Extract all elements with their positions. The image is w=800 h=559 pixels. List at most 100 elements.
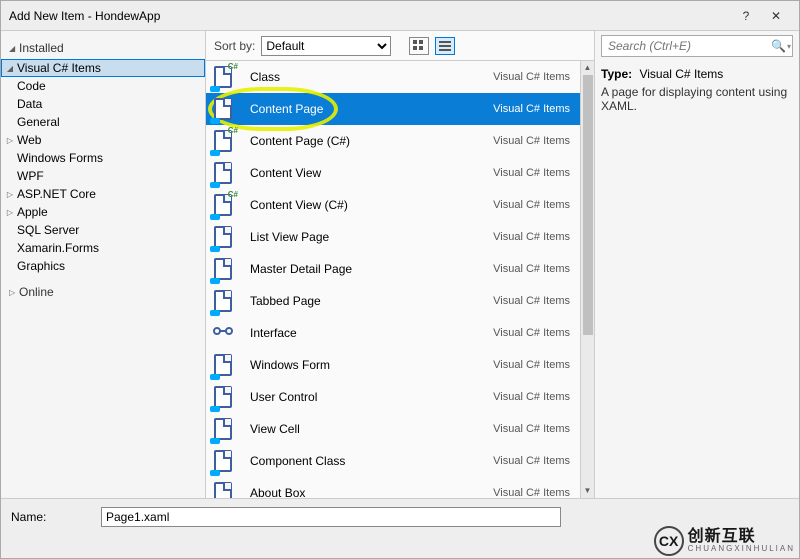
template-item[interactable]: Tabbed PageVisual C# Items (206, 285, 580, 317)
template-name: Content View (250, 166, 484, 180)
tree-item-xamarin-forms[interactable]: Xamarin.Forms (1, 239, 205, 257)
tree-label: Installed (19, 41, 64, 55)
template-category: Visual C# Items (484, 231, 574, 243)
template-name: About Box (250, 486, 484, 498)
chevron-right-icon: ▷ (5, 136, 15, 145)
template-category: Visual C# Items (484, 135, 574, 147)
tree-item-data[interactable]: Data (1, 95, 205, 113)
chevron-right-icon: ▷ (9, 288, 19, 297)
template-item[interactable]: Content ViewVisual C# Items (206, 157, 580, 189)
scroll-down-icon[interactable]: ▼ (581, 484, 594, 498)
toolbar: Sort by: Default (206, 31, 594, 61)
list-icon (439, 40, 451, 52)
tree-online[interactable]: ▷ Online (1, 283, 205, 303)
template-category: Visual C# Items (484, 295, 574, 307)
template-item[interactable]: Windows FormVisual C# Items (206, 349, 580, 381)
tree-graphics[interactable]: Graphics (1, 257, 205, 275)
template-item[interactable]: Component ClassVisual C# Items (206, 445, 580, 477)
template-name: Content View (C#) (250, 198, 484, 212)
template-item[interactable]: Content PageVisual C# Items (206, 93, 580, 125)
chevron-down-icon: ◢ (5, 64, 15, 73)
help-button[interactable]: ? (731, 9, 761, 23)
tree-item-sql-server[interactable]: SQL Server (1, 221, 205, 239)
template-item[interactable]: Master Detail PageVisual C# Items (206, 253, 580, 285)
template-name: Windows Form (250, 358, 484, 372)
close-button[interactable]: ✕ (761, 9, 791, 23)
file-icon (212, 160, 238, 186)
template-item[interactable]: C#Content Page (C#)Visual C# Items (206, 125, 580, 157)
template-item[interactable]: User ControlVisual C# Items (206, 381, 580, 413)
tree-csharp-items[interactable]: ◢ Visual C# Items (1, 59, 205, 77)
tree-label: Graphics (17, 259, 65, 273)
template-category: Visual C# Items (484, 487, 574, 498)
file-icon (212, 384, 238, 410)
type-description: A page for displaying content using XAML… (601, 85, 793, 113)
template-item[interactable]: InterfaceVisual C# Items (206, 317, 580, 349)
tree-item-apple[interactable]: ▷Apple (1, 203, 205, 221)
tree-installed[interactable]: ◢ Installed (1, 39, 205, 59)
file-icon: C# (212, 128, 238, 154)
window-title: Add New Item - HondewApp (9, 9, 731, 23)
tree-label: WPF (17, 169, 44, 183)
template-name: Tabbed Page (250, 294, 484, 308)
template-pane: Sort by: Default C#ClassVisual C# ItemsC… (206, 31, 594, 498)
template-name: User Control (250, 390, 484, 404)
chevron-down-icon: ◢ (9, 44, 19, 53)
template-category: Visual C# Items (484, 455, 574, 467)
chevron-right-icon: ▷ (5, 208, 15, 217)
tree-label: SQL Server (17, 223, 79, 237)
view-small-icons[interactable] (409, 37, 429, 55)
tree-item-general[interactable]: General (1, 113, 205, 131)
tree-item-web[interactable]: ▷Web (1, 131, 205, 149)
file-icon (212, 224, 238, 250)
template-name: Content Page (250, 102, 484, 116)
template-item[interactable]: C#ClassVisual C# Items (206, 61, 580, 93)
search-input[interactable] (602, 37, 771, 55)
tree-item-asp-net-core[interactable]: ▷ASP.NET Core (1, 185, 205, 203)
tree-label: Visual C# Items (17, 61, 101, 75)
file-icon (212, 416, 238, 442)
file-icon (212, 352, 238, 378)
tree-label: ASP.NET Core (17, 187, 96, 201)
scroll-thumb[interactable] (583, 75, 593, 335)
tree-label: Code (17, 79, 46, 93)
template-item[interactable]: C#Content View (C#)Visual C# Items (206, 189, 580, 221)
dropdown-icon[interactable]: ▾ (786, 42, 792, 51)
file-icon (212, 480, 238, 498)
template-category: Visual C# Items (484, 263, 574, 275)
tree-item-windows-forms[interactable]: Windows Forms (1, 149, 205, 167)
search-box[interactable]: 🔍 ▾ (601, 35, 793, 57)
template-list: C#ClassVisual C# ItemsContent PageVisual… (206, 61, 580, 498)
scroll-up-icon[interactable]: ▲ (581, 61, 594, 75)
template-name: View Cell (250, 422, 484, 436)
template-item[interactable]: List View PageVisual C# Items (206, 221, 580, 253)
template-category: Visual C# Items (484, 103, 574, 115)
template-category: Visual C# Items (484, 359, 574, 371)
template-category: Visual C# Items (484, 167, 574, 179)
logo-mark: CX (654, 526, 684, 556)
details-pane: 🔍 ▾ Type: Visual C# Items A page for dis… (594, 31, 799, 498)
tree-label: General (17, 115, 60, 129)
tree-item-wpf[interactable]: WPF (1, 167, 205, 185)
tree-label: Web (17, 133, 41, 147)
template-name: Class (250, 70, 484, 84)
tree-item-code[interactable]: Code (1, 77, 205, 95)
template-item[interactable]: View CellVisual C# Items (206, 413, 580, 445)
type-label: Type: (601, 67, 632, 81)
tree-label: Online (19, 285, 54, 299)
logo-text: 创新互联 (688, 529, 795, 545)
sort-by-select[interactable]: Default (261, 36, 391, 56)
template-item[interactable]: About BoxVisual C# Items (206, 477, 580, 498)
template-category: Visual C# Items (484, 391, 574, 403)
scrollbar[interactable]: ▲ ▼ (580, 61, 594, 498)
type-row: Type: Visual C# Items (601, 67, 793, 81)
view-details[interactable] (435, 37, 455, 55)
file-icon (212, 96, 238, 122)
template-name: List View Page (250, 230, 484, 244)
name-input[interactable] (101, 507, 561, 527)
search-icon[interactable]: 🔍 (771, 39, 786, 53)
template-name: Interface (250, 326, 484, 340)
template-name: Master Detail Page (250, 262, 484, 276)
tree-label: Apple (17, 205, 48, 219)
interface-icon (212, 320, 238, 346)
